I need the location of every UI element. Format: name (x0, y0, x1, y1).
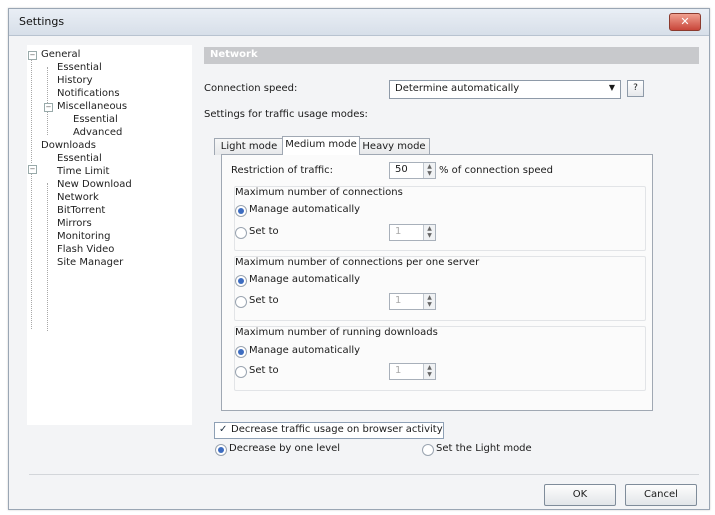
decrease-traffic-label: Decrease traffic usage on browser activi… (231, 424, 443, 435)
set-light-mode-radio[interactable] (422, 444, 434, 456)
section-title: Network (210, 49, 258, 60)
connection-speed-value: Determine automatically (395, 83, 520, 94)
max-per-server-set-label[interactable]: Set to (249, 295, 279, 306)
close-button[interactable]: ✕ (669, 13, 701, 31)
max-connections-title: Maximum number of connections (235, 187, 403, 198)
restriction-value: 50 (395, 164, 408, 175)
tree-item-dl-essential[interactable]: Essential (57, 153, 102, 164)
window-title: Settings (19, 15, 65, 28)
cancel-button[interactable]: Cancel (625, 484, 697, 506)
max-connections-set-radio[interactable] (235, 227, 247, 239)
max-running-set-label[interactable]: Set to (249, 365, 279, 376)
max-running-set-radio[interactable] (235, 366, 247, 378)
decrease-traffic-checkbox[interactable]: ✓ Decrease traffic usage on browser acti… (214, 422, 444, 439)
tree-item-network[interactable]: Network (57, 192, 99, 203)
tree-item-new-download[interactable]: New Download (57, 179, 132, 190)
max-connections-auto-label[interactable]: Manage automatically (249, 204, 360, 215)
checkmark-icon: ✓ (219, 424, 228, 435)
max-per-server-auto-radio[interactable] (235, 275, 247, 287)
max-running-auto-label[interactable]: Manage automatically (249, 345, 360, 356)
max-running-value: 1 (395, 365, 402, 376)
max-per-server-auto-label[interactable]: Manage automatically (249, 274, 360, 285)
ok-button[interactable]: OK (544, 484, 616, 506)
help-button[interactable]: ? (627, 80, 644, 97)
settings-tree: − General Essential History Notification… (27, 45, 192, 425)
tree-item-site-manager[interactable]: Site Manager (57, 257, 123, 268)
tree-item-mirrors[interactable]: Mirrors (57, 218, 92, 229)
downloads-collapse-toggle[interactable]: − (28, 165, 37, 174)
max-connections-spinner[interactable]: 1 ▲ ▼ (389, 224, 436, 241)
miscellaneous-collapse-toggle[interactable]: − (44, 103, 53, 112)
spinner-arrows-icon[interactable]: ▲ ▼ (423, 294, 435, 309)
tree-item-essential[interactable]: Essential (57, 62, 102, 73)
max-connections-value: 1 (395, 226, 402, 237)
tab-medium-mode[interactable]: Medium mode (282, 136, 360, 155)
decrease-one-level-radio[interactable] (215, 444, 227, 456)
max-per-server-spinner[interactable]: 1 ▲ ▼ (389, 293, 436, 310)
max-per-server-title: Maximum number of connections per one se… (235, 257, 480, 268)
settings-window: Settings ✕ − General Essential History N… (8, 8, 710, 510)
set-light-mode-label[interactable]: Set the Light mode (436, 443, 532, 454)
max-connections-set-label[interactable]: Set to (249, 226, 279, 237)
section-header: Network (204, 47, 699, 64)
max-connections-auto-radio[interactable] (235, 205, 247, 217)
tree-item-history[interactable]: History (57, 75, 93, 86)
tree-item-miscellaneous[interactable]: Miscellaneous (57, 101, 127, 112)
tree-item-bittorrent[interactable]: BitTorrent (57, 205, 105, 216)
spinner-arrows-icon[interactable]: ▲ ▼ (423, 364, 435, 379)
general-collapse-toggle[interactable]: − (28, 51, 37, 60)
tree-item-notifications[interactable]: Notifications (57, 88, 120, 99)
tree-item-general[interactable]: General (41, 49, 80, 60)
decrease-one-level-label[interactable]: Decrease by one level (229, 443, 340, 454)
close-icon: ✕ (680, 15, 690, 28)
spinner-arrows-icon[interactable]: ▲ ▼ (423, 163, 435, 178)
tree-item-misc-essential[interactable]: Essential (73, 114, 118, 125)
restriction-suffix: % of connection speed (439, 165, 553, 176)
tree-item-monitoring[interactable]: Monitoring (57, 231, 110, 242)
max-per-server-set-radio[interactable] (235, 296, 247, 308)
max-running-title: Maximum number of running downloads (235, 327, 438, 338)
footer-divider (29, 474, 699, 475)
restriction-label: Restriction of traffic: (231, 165, 334, 176)
spinner-arrows-icon[interactable]: ▲ ▼ (423, 225, 435, 240)
connection-speed-label: Connection speed: (204, 83, 298, 94)
traffic-modes-label: Settings for traffic usage modes: (204, 109, 368, 120)
tree-item-downloads[interactable]: Downloads (41, 140, 96, 151)
max-per-server-value: 1 (395, 295, 402, 306)
max-running-auto-radio[interactable] (235, 346, 247, 358)
title-bar: Settings ✕ (9, 9, 709, 36)
max-running-spinner[interactable]: 1 ▲ ▼ (389, 363, 436, 380)
connection-speed-select[interactable]: Determine automatically ▼ (389, 80, 621, 99)
tree-item-time-limit[interactable]: Time Limit (57, 166, 109, 177)
restriction-spinner[interactable]: 50 ▲ ▼ (389, 162, 436, 179)
tab-light-mode[interactable]: Light mode (214, 138, 284, 155)
tab-heavy-mode[interactable]: Heavy mode (358, 138, 430, 155)
chevron-down-icon: ▼ (608, 83, 615, 92)
tree-item-flash-video[interactable]: Flash Video (57, 244, 114, 255)
tree-item-misc-advanced[interactable]: Advanced (73, 127, 122, 138)
